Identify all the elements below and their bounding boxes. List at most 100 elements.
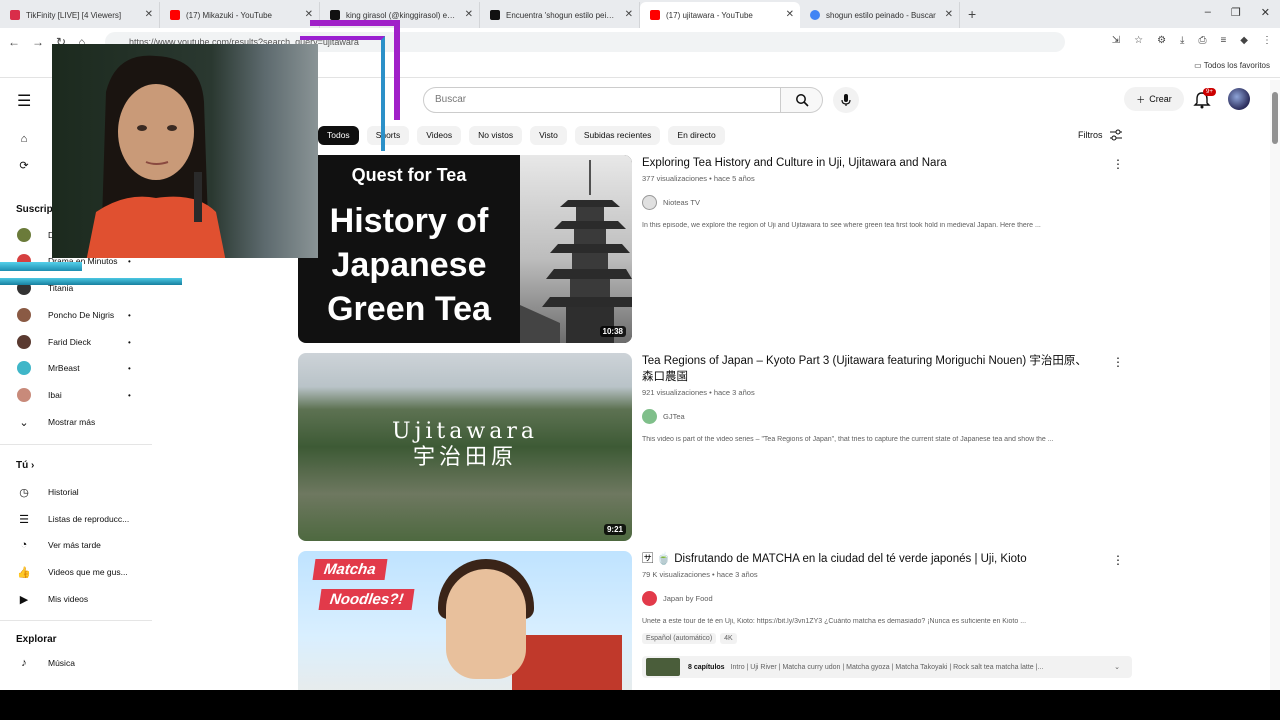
notification-badge: 9+ [1203,88,1216,96]
channel-link[interactable]: Nioteas TV [642,195,1092,210]
sidebar-subscription[interactable]: Poncho De Nigris • [0,302,150,328]
close-tab-icon[interactable]: ✕ [945,9,953,20]
chip-videos[interactable]: Videos [417,126,462,145]
video-title[interactable]: Tea Regions of Japan – Kyoto Part 3 (Uji… [642,353,1092,385]
show-more-label: Mostrar más [48,417,96,427]
download-icon[interactable]: ⤓ [1180,35,1184,46]
browser-tab[interactable]: shogun estilo peinado - Buscar ✕ [800,2,960,28]
new-content-dot-icon: • [128,337,131,347]
account-avatar[interactable] [1228,88,1250,110]
channel-avatar [642,591,657,606]
sidebar-subscription[interactable]: Farid Dieck • [0,329,150,355]
channel-avatar [17,308,31,322]
sidebar-subscription[interactable]: Ibai • [0,382,150,408]
video-thumbnail[interactable]: Ujitawara 宇治田原 9:21 [298,353,632,541]
sidebar-show-more[interactable]: ⌄ Mostrar más [0,409,150,435]
close-tab-icon[interactable]: ✕ [465,9,473,20]
sidebar-item-watch-later[interactable]: ◔ Ver más tarde [0,532,150,558]
close-tab-icon[interactable]: ✕ [305,9,313,20]
create-button[interactable]: ＋ Crear [1124,87,1184,111]
filters-button[interactable]: Filtros [1078,129,1123,141]
search-result[interactable]: Ujitawara 宇治田原 9:21 Tea Regions of Japan … [298,353,1133,541]
close-tab-icon[interactable]: ✕ [145,9,153,20]
install-app-icon[interactable]: ⇲ [1112,35,1120,46]
history-icon: ◷ [19,486,29,499]
chapters-count: 8 capítulos [688,663,725,671]
sidebar-item-playlists[interactable]: ☰ Listas de reproducc... [0,506,150,532]
browser-tab[interactable]: (17) Mikazuki - YouTube ✕ [160,2,320,28]
pagoda-image [520,155,632,343]
more-actions-icon[interactable]: ⋮ [1112,553,1124,567]
screen: TikFinity [LIVE] [4 Viewers] ✕ (17) Mikaz… [0,0,1280,690]
search-result[interactable]: Matcha Noodles?! 🈂 🍵 Disfrutando de MATC… [298,551,1133,690]
youtube-favicon-icon [650,10,660,20]
chapters-row[interactable]: 8 capítulos Intro | Uji River | Matcha c… [642,656,1132,678]
bookmark-star-icon[interactable]: ☆ [1134,35,1143,46]
sidebar-subscription[interactable]: MrBeast • [0,355,150,381]
chip-live[interactable]: En directo [668,126,725,145]
close-window-button[interactable]: ✕ [1261,6,1270,19]
menu-dots-icon[interactable]: ⋮ [1262,35,1272,46]
tab-title: (17) ujitawara - YouTube [666,10,753,20]
extension-icon[interactable]: ◆ [1240,35,1248,46]
close-tab-icon[interactable]: ✕ [625,9,633,20]
restore-button[interactable]: ❐ [1231,6,1241,19]
browser-tab[interactable]: TikFinity [LIVE] [4 Viewers] ✕ [0,2,160,28]
subscription-name: Poncho De Nigris [48,310,115,320]
plus-icon: ＋ [1136,94,1146,105]
close-tab-icon[interactable]: ✕ [786,9,794,20]
thumbnail-caption: Quest for Tea [351,165,467,185]
subtitle-badge: Español (automático) [642,633,717,644]
voice-search-button[interactable] [833,87,859,113]
forward-arrow-icon[interactable]: → [32,35,44,49]
sidebar-item-label: Videos que me gus... [48,567,128,577]
browser-tab[interactable]: Encuentra 'shogun estilo peinad ✕ [480,2,640,28]
window-controls: ‒ ❐ ✕ [1205,6,1270,19]
chevron-down-icon[interactable]: ⌄ [1114,663,1120,671]
browser-tab-active[interactable]: (17) ujitawara - YouTube ✕ [640,2,800,28]
tiktok-favicon-icon [490,10,500,20]
thumbnail-title: 宇治田原 [412,445,517,470]
tiktok-favicon-icon [330,10,340,20]
video-thumbnail[interactable]: Matcha Noodles?! [298,551,632,690]
chip-recently-uploaded[interactable]: Subidas recientes [574,126,661,145]
sidebar-item-history[interactable]: ◷ Historial [0,479,150,505]
search-result[interactable]: Quest for Tea History of Japanese Green … [298,155,1133,343]
print-icon[interactable]: ⎙ [1198,35,1206,46]
sidebar-item-music[interactable]: ♪ Música [0,650,150,676]
new-tab-button[interactable]: + [968,6,976,22]
minimize-button[interactable]: ‒ [1205,6,1211,19]
result-info: Exploring Tea History and Culture in Uji… [642,155,1092,229]
scrollbar-thumb[interactable] [1272,92,1278,144]
youtube-favicon-icon [170,10,180,20]
video-title[interactable]: Exploring Tea History and Culture in Uji… [642,155,1092,171]
extensions-icon[interactable]: ⚙ [1157,35,1166,46]
back-arrow-icon[interactable]: ← [8,35,20,49]
sidebar-item-my-videos[interactable]: ▶ Mis videos [0,586,150,612]
sidebar-item-liked[interactable]: 👍 Videos que me gus... [0,559,150,585]
toolbar-icons: ⇲ ☆ ⚙ ⤓ ⎙ ≡ ◆ ⋮ [1112,35,1272,46]
thumbnail-caption: Ujitawara [392,419,538,444]
chevron-right-icon: › [31,460,35,471]
video-thumbnail[interactable]: Quest for Tea History of Japanese Green … [298,155,632,343]
channel-avatar [17,388,31,402]
filters-label: Filtros [1078,130,1103,140]
tab-title: king girasol (@kinggirasol) está [346,10,457,20]
more-actions-icon[interactable]: ⋮ [1112,355,1124,369]
channel-name: Japan by Food [663,594,713,603]
more-actions-icon[interactable]: ⋮ [1112,157,1124,171]
sidebar-item-label: Música [48,658,75,668]
channel-link[interactable]: GJTea [642,409,1092,424]
channel-link[interactable]: Japan by Food [642,591,1092,606]
all-bookmarks-label: Todos los favoritos [1203,61,1270,70]
video-title[interactable]: 🈂 🍵 Disfrutando de MATCHA en la ciudad d… [642,551,1092,567]
reading-list-icon[interactable]: ≡ [1220,35,1226,46]
page-scrollbar[interactable] [1270,80,1280,690]
all-bookmarks-folder[interactable]: ▭ Todos los favoritos [1194,61,1270,70]
search-input[interactable]: Buscar [423,87,781,113]
chip-unwatched[interactable]: No vistos [469,126,523,145]
you-heading[interactable]: Tú › [16,460,34,471]
hamburger-menu-icon[interactable]: ☰ [17,91,31,111]
search-button[interactable] [781,87,823,113]
chip-watched[interactable]: Visto [530,126,567,145]
